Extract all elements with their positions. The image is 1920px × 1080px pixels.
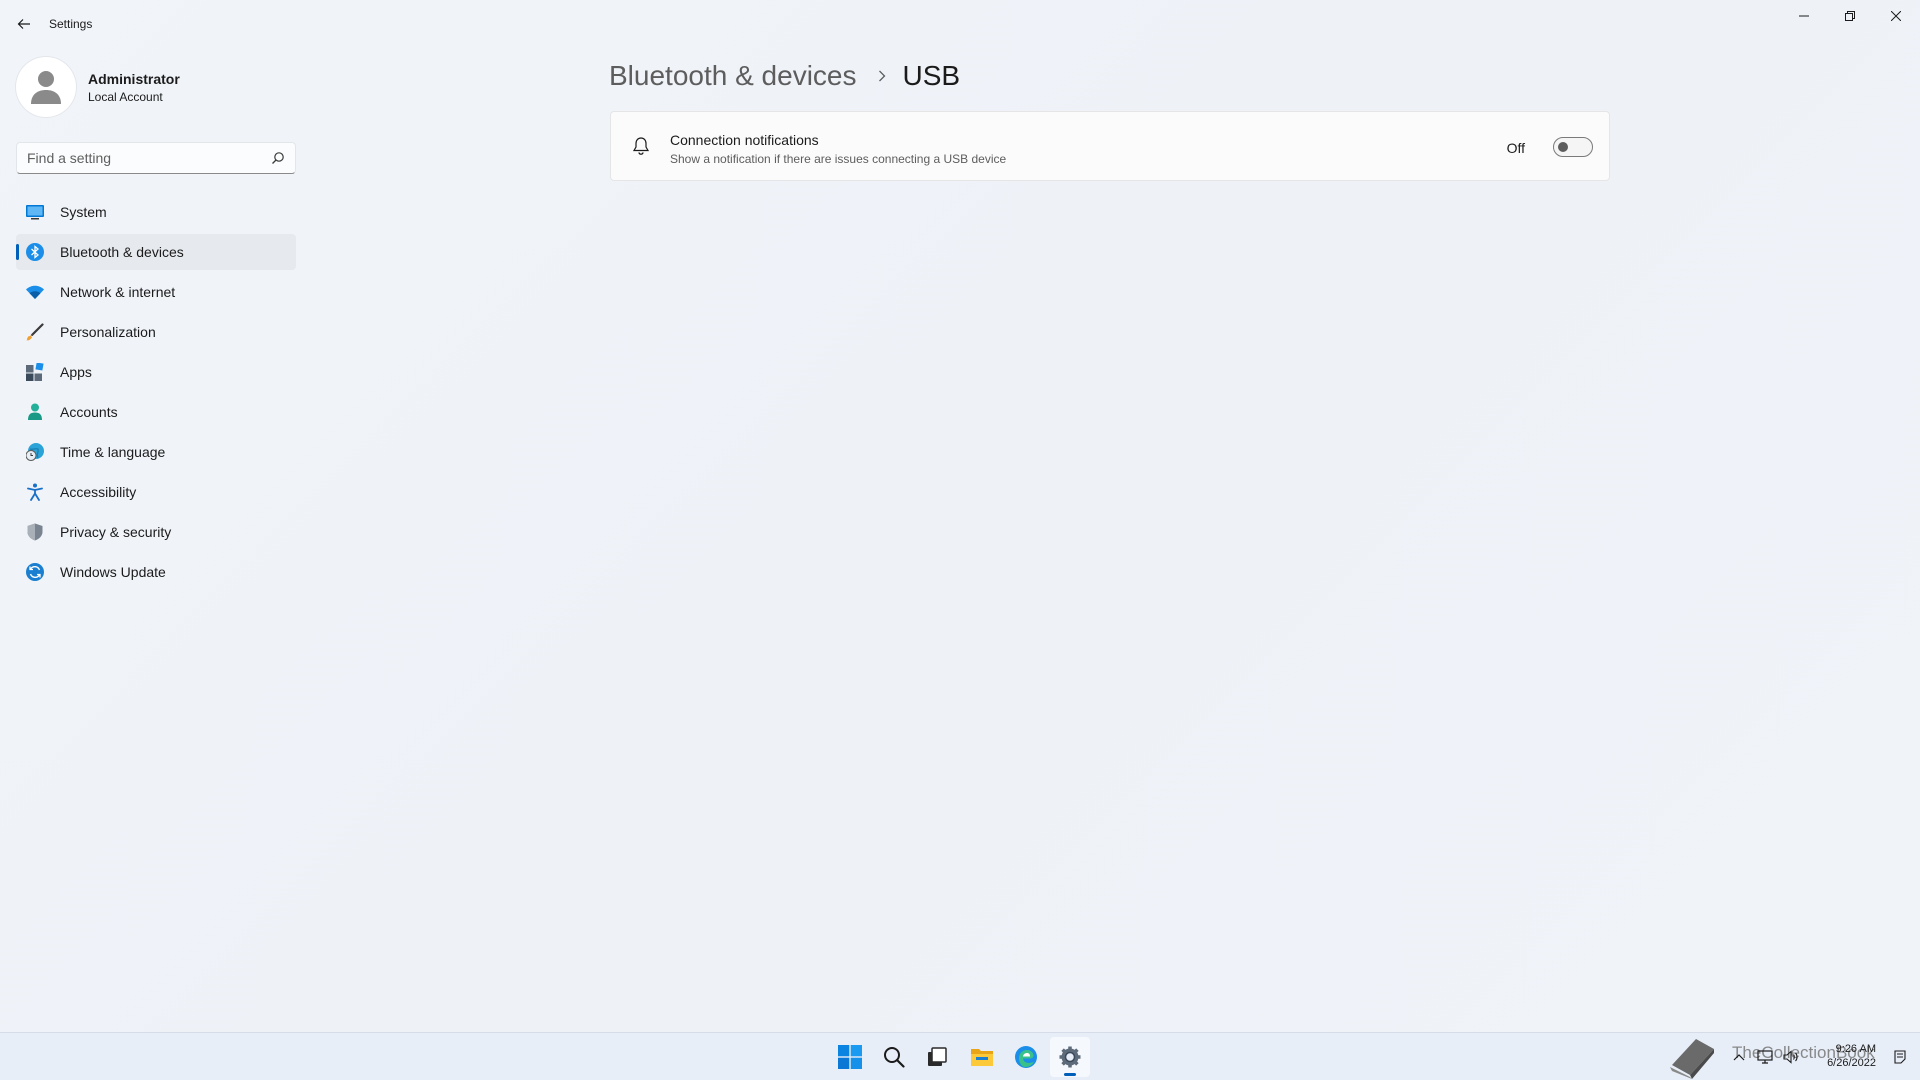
search-box [16, 142, 296, 174]
avatar[interactable] [16, 57, 76, 117]
sidebar-item-label: Personalization [60, 324, 156, 340]
selection-indicator [16, 244, 19, 260]
toggle-knob [1558, 142, 1568, 152]
breadcrumb: Bluetooth & devices USB [609, 56, 960, 96]
wifi-icon [26, 285, 44, 299]
sidebar-item-accounts[interactable]: Accounts [16, 394, 296, 430]
settings-window: Settings Administrator Local Account Fin… [0, 0, 1920, 1032]
sidebar-item-label: Network & internet [60, 284, 176, 300]
taskbar-edge-button[interactable] [1006, 1037, 1046, 1077]
taskbar-task-view-button[interactable] [917, 1037, 957, 1077]
bluetooth-icon [26, 243, 44, 261]
taskbar-clock[interactable]: 9:26 AM 6/26/2022 [1827, 1042, 1876, 1070]
setting-description: Show a notification if there are issues … [670, 152, 1007, 166]
user-name: Administrator [88, 71, 180, 87]
shield-icon [27, 523, 43, 541]
sidebar-item-time-language[interactable]: Time & language [16, 434, 296, 470]
sidebar-item-privacy-security[interactable]: Privacy & security [16, 514, 296, 550]
breadcrumb-parent-link[interactable]: Bluetooth & devices [609, 60, 857, 92]
sidebar-item-personalization[interactable]: Personalization [16, 314, 296, 350]
sidebar-item-label: Bluetooth & devices [60, 244, 184, 260]
restore-icon [1845, 11, 1855, 21]
task-view-icon [928, 1047, 947, 1066]
sidebar-item-label: Accounts [60, 404, 118, 420]
search-icon [884, 1047, 905, 1068]
search-icon[interactable] [271, 151, 285, 165]
settings-icon [1059, 1046, 1081, 1068]
clock-date: 6/26/2022 [1827, 1057, 1876, 1069]
edge-icon [1015, 1046, 1037, 1068]
bell-icon [632, 137, 650, 155]
close-icon [1891, 11, 1901, 21]
toggle-state-label: Off [1506, 140, 1525, 156]
person-icon [28, 403, 42, 420]
taskbar: TheCollectionBook 9:26 AM 6/26/2022 [0, 1032, 1920, 1080]
restore-button[interactable] [1827, 0, 1873, 32]
page-title: USB [902, 60, 961, 91]
taskbar-file-explorer-button[interactable] [962, 1037, 1002, 1077]
connection-notifications-card: Connection notifications Show a notifica… [610, 111, 1610, 181]
minimize-button[interactable] [1781, 0, 1827, 32]
sidebar-item-label: System [60, 204, 107, 220]
sidebar-item-label: Accessibility [60, 484, 137, 500]
accessibility-icon [27, 483, 43, 501]
back-button[interactable] [10, 10, 38, 38]
setting-title: Connection notifications [670, 132, 819, 148]
close-button[interactable] [1873, 0, 1919, 32]
sidebar-nav: System Bluetooth & devices Network & int… [16, 194, 296, 594]
apps-icon [26, 363, 44, 381]
sidebar-item-windows-update[interactable]: Windows Update [16, 554, 296, 590]
volume-icon[interactable] [1783, 1050, 1799, 1064]
account-type: Local Account [88, 90, 163, 104]
monitor-icon [26, 205, 44, 220]
chevron-right-icon [877, 69, 887, 83]
sidebar-item-label: Windows Update [60, 564, 166, 580]
sidebar-item-label: Time & language [60, 444, 166, 460]
search-input[interactable] [17, 143, 267, 173]
user-avatar-icon [31, 71, 61, 104]
sidebar-item-bluetooth-devices[interactable]: Bluetooth & devices [16, 234, 296, 270]
sidebar-item-system[interactable]: System [16, 194, 296, 230]
book-watermark-icon [1670, 1039, 1714, 1079]
active-app-indicator [1064, 1073, 1076, 1076]
update-icon [26, 563, 44, 581]
back-arrow-icon [17, 19, 30, 29]
globe-clock-icon [26, 443, 44, 461]
app-title: Settings [49, 17, 93, 31]
sidebar-item-label: Apps [60, 364, 92, 380]
clock-time: 9:26 AM [1835, 1043, 1876, 1055]
brush-icon [26, 323, 44, 341]
file-explorer-icon [971, 1049, 993, 1066]
chevron-up-icon[interactable] [1733, 1052, 1745, 1062]
system-tray [1733, 1033, 1799, 1080]
taskbar-search-button[interactable] [874, 1037, 914, 1077]
network-icon[interactable] [1757, 1050, 1773, 1064]
sidebar-item-accessibility[interactable]: Accessibility [16, 474, 296, 510]
notification-center-icon[interactable] [1892, 1049, 1908, 1065]
minimize-icon [1799, 15, 1809, 17]
title-bar: Settings [0, 0, 1920, 48]
sidebar-item-label: Privacy & security [60, 524, 172, 540]
taskbar-settings-button[interactable] [1050, 1037, 1090, 1077]
connection-notifications-toggle[interactable] [1553, 137, 1593, 157]
sidebar-item-network-internet[interactable]: Network & internet [16, 274, 296, 310]
start-icon [838, 1045, 862, 1069]
taskbar-start-button[interactable] [830, 1037, 870, 1077]
sidebar-item-apps[interactable]: Apps [16, 354, 296, 390]
